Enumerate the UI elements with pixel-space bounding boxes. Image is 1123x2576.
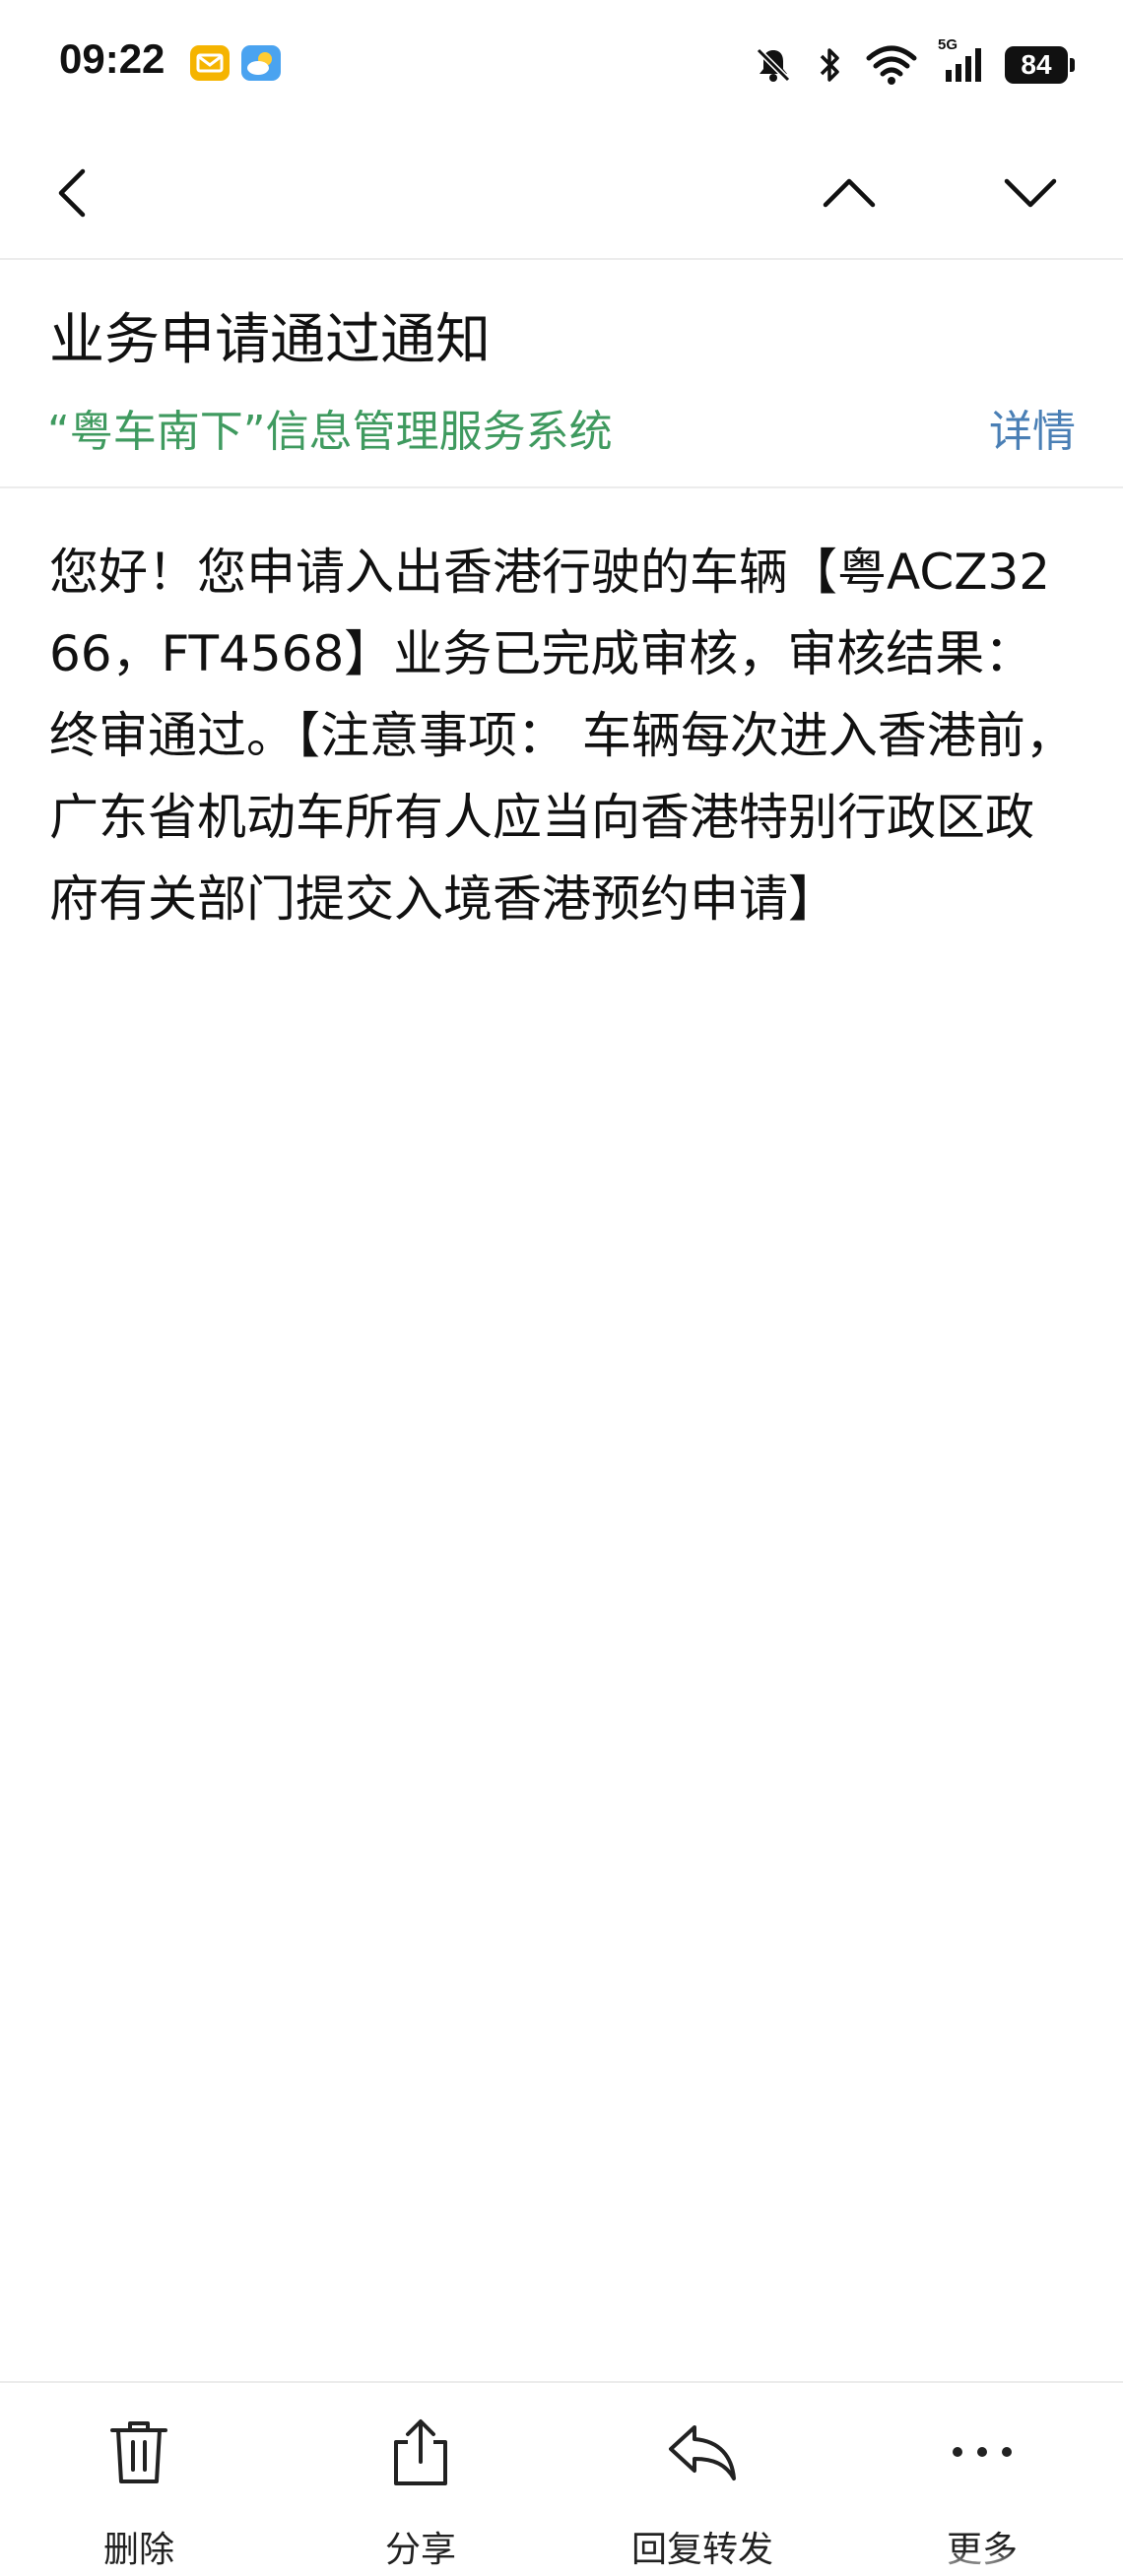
share-label: 分享 bbox=[384, 2530, 456, 2570]
delete-label: 删除 bbox=[102, 2530, 174, 2570]
previous-message-button[interactable] bbox=[806, 150, 892, 236]
message-sender: “粤车南下”信息管理服务系统 bbox=[47, 407, 613, 457]
mute-icon bbox=[753, 44, 794, 86]
chevron-left-icon bbox=[58, 168, 86, 218]
status-time: 09:22 bbox=[59, 35, 165, 82]
chevron-up-icon bbox=[823, 178, 876, 208]
signal-icon: 5G bbox=[938, 36, 983, 86]
sms-detail-screen: 09:22 5G 84 业务申请通过通知 “粤车南下”信息管理服务系统 详情 您… bbox=[0, 0, 1123, 2576]
message-subject: 业务申请通过通知 bbox=[49, 308, 491, 372]
back-button[interactable] bbox=[30, 150, 116, 236]
details-link[interactable]: 详情 bbox=[989, 396, 1076, 459]
reply-forward-button[interactable]: 回复转发 bbox=[584, 2383, 821, 2576]
header-divider-top bbox=[0, 258, 1123, 260]
more-button[interactable]: 更多 bbox=[864, 2383, 1100, 2576]
share-button[interactable]: 分享 bbox=[302, 2383, 539, 2576]
network-type-label: 5G bbox=[938, 36, 958, 53]
battery-icon: 84 bbox=[1005, 46, 1075, 84]
header-divider-bottom bbox=[0, 486, 1123, 488]
trash-icon bbox=[99, 2413, 178, 2491]
bluetooth-icon bbox=[816, 44, 843, 86]
next-message-button[interactable] bbox=[987, 150, 1074, 236]
reply-forward-label: 回复转发 bbox=[630, 2530, 773, 2570]
status-bar: 09:22 5G 84 bbox=[0, 0, 1123, 128]
weather-notification-icon bbox=[241, 45, 281, 81]
mail-notification-icon bbox=[190, 45, 230, 81]
wifi-icon bbox=[865, 44, 918, 86]
bottom-edge-fade bbox=[867, 2550, 1123, 2576]
status-icons: 5G 84 bbox=[753, 36, 1075, 93]
top-nav-bar bbox=[0, 128, 1123, 258]
more-dots-icon bbox=[943, 2413, 1022, 2491]
reply-icon bbox=[663, 2413, 742, 2491]
chevron-down-icon bbox=[1004, 178, 1057, 208]
bottom-toolbar: 删除 分享 回复转发 更多 bbox=[0, 2383, 1123, 2576]
delete-button[interactable]: 删除 bbox=[21, 2383, 257, 2576]
share-icon bbox=[381, 2413, 460, 2491]
message-body: 您好！您申请入出香港行驶的车辆【粤ACZ3266，FT4568】业务已完成审核，… bbox=[49, 544, 1075, 928]
